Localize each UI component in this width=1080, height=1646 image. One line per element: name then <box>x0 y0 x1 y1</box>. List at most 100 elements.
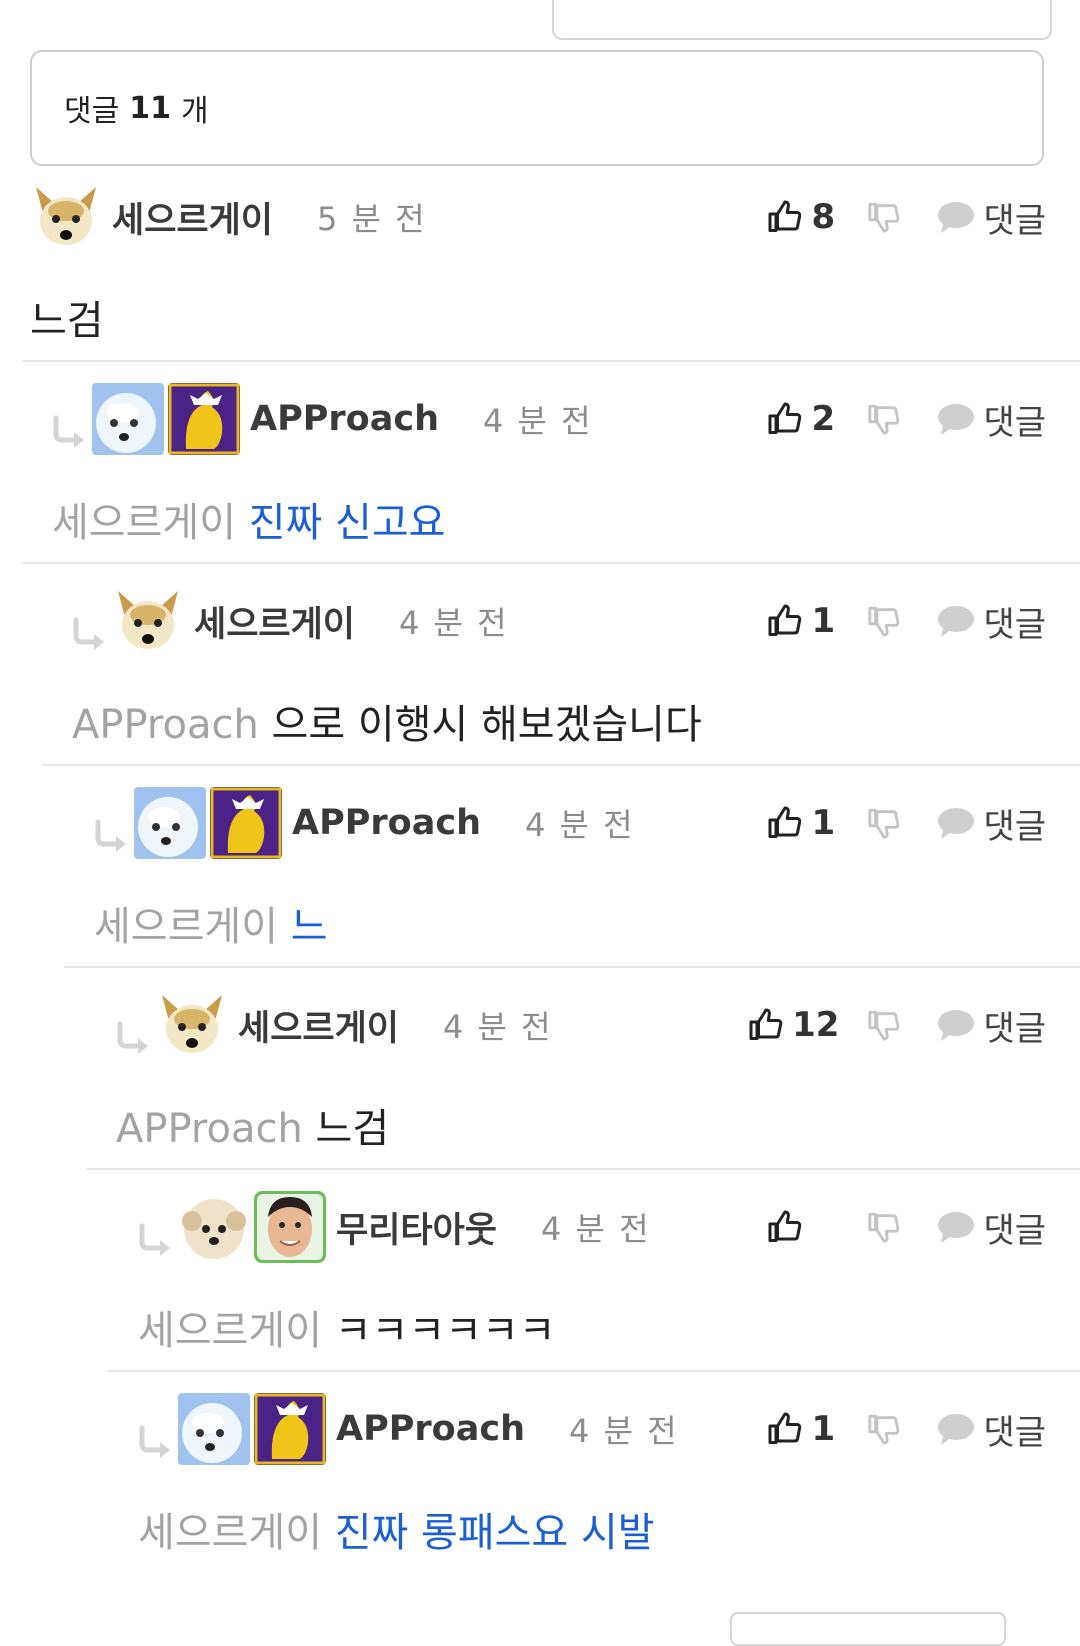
reply-button[interactable]: 댓글 <box>937 597 1046 646</box>
thumbs-up-icon <box>749 1008 783 1040</box>
divider <box>108 1370 1080 1372</box>
speech-bubble-icon <box>938 808 975 839</box>
comment-body: APProach 느검 <box>116 1096 389 1154</box>
like-button[interactable] <box>767 1209 839 1245</box>
thumbs-down-icon[interactable] <box>867 604 901 638</box>
reply-label: 댓글 <box>983 806 1046 847</box>
comment-author[interactable]: 세으르게이 <box>194 596 355 647</box>
comment-body: APProach 으로 이행시 해보겠습니다 <box>72 692 702 750</box>
comment-count-prefix: 댓글 <box>64 94 120 129</box>
like-button[interactable]: 1 <box>767 601 839 641</box>
comment-time: 4 분 전 <box>568 1412 679 1450</box>
mention[interactable]: 세으르게이 <box>94 904 278 950</box>
reply-button[interactable]: 댓글 <box>937 799 1046 848</box>
thumbs-up-icon <box>768 604 802 636</box>
comment-author[interactable]: 세으르게이 <box>112 192 273 243</box>
comment-time: 4 분 전 <box>524 806 635 844</box>
comment-time: 4 분 전 <box>443 1008 553 1046</box>
comment-body: 느검 <box>30 288 104 346</box>
divider <box>86 1168 1080 1170</box>
thumbs-up-icon <box>768 402 802 434</box>
user-avatar[interactable] <box>134 787 206 859</box>
divider <box>22 360 1080 362</box>
thumbs-down-icon[interactable] <box>867 402 901 436</box>
like-count: 1 <box>811 601 836 641</box>
comment-text: 진짜 신고요 <box>248 500 446 546</box>
comment-text: ㅋㅋㅋㅋㅋㅋ <box>334 1308 556 1354</box>
reply-button[interactable]: 댓글 <box>937 1203 1046 1252</box>
comment-count-suffix: 개 <box>180 94 209 129</box>
thumbs-up-icon <box>768 1210 802 1242</box>
comment-author[interactable]: 세으르게이 <box>238 1000 399 1051</box>
like-button[interactable]: 8 <box>767 197 839 237</box>
comment-time: 5 분 전 <box>317 200 427 238</box>
comment-text: 진짜 롱패스요 시발 <box>334 1510 655 1556</box>
thumbs-down-icon[interactable] <box>867 1008 901 1042</box>
mention[interactable]: 세으르게이 <box>52 500 236 546</box>
like-button[interactable]: 1 <box>767 1409 839 1449</box>
reply-label: 댓글 <box>983 1412 1046 1453</box>
thumbs-up-icon <box>768 1412 802 1444</box>
comment: 세으르게이 5 분 전 8 댓글 느검 <box>22 180 1080 362</box>
like-count: 1 <box>811 803 836 843</box>
comment: APProach 4 분 전 1 댓글 세으르게이 느 <box>64 786 1080 968</box>
comment: 세으르게이 4 분 전 1 댓글 APProach 으로 이행시 해보겠습니다 <box>42 584 1080 766</box>
comment-time: 4 분 전 <box>482 402 593 440</box>
reply-arrow-icon <box>73 617 104 650</box>
user-avatar[interactable] <box>156 989 228 1061</box>
mention[interactable]: 세으르게이 <box>138 1510 322 1556</box>
thumbs-down-icon[interactable] <box>867 1412 901 1446</box>
user-avatar[interactable] <box>178 1393 250 1465</box>
reply-button[interactable]: 댓글 <box>937 1001 1046 1050</box>
reply-button[interactable]: 댓글 <box>937 395 1046 444</box>
comment-body: 세으르게이 느 <box>94 894 328 952</box>
reply-arrow-icon <box>53 415 84 448</box>
reply-label: 댓글 <box>983 200 1046 241</box>
reply-button[interactable]: 댓글 <box>937 193 1046 242</box>
speech-bubble-icon <box>938 202 975 233</box>
comment-text: 느 <box>290 904 328 950</box>
divider <box>22 562 1080 564</box>
speech-bubble-icon <box>938 1010 975 1041</box>
player-badge <box>254 1191 326 1263</box>
comment-count-number: 11 <box>129 90 171 126</box>
like-button[interactable]: 1 <box>767 803 839 843</box>
reply-button[interactable]: 댓글 <box>937 1405 1046 1454</box>
comment-time: 4 분 전 <box>541 1210 651 1248</box>
comment-text: 느검 <box>315 1106 390 1152</box>
reply-arrow-icon <box>139 1425 170 1458</box>
reply-label: 댓글 <box>983 1210 1046 1251</box>
comment-author[interactable]: APProach <box>250 399 439 439</box>
user-avatar[interactable] <box>112 585 184 657</box>
divider <box>64 966 1080 968</box>
reply-arrow-icon <box>117 1021 148 1054</box>
like-count: 12 <box>792 1005 840 1045</box>
thumbs-down-icon[interactable] <box>867 1210 901 1244</box>
like-count: 8 <box>811 197 836 237</box>
reply-label: 댓글 <box>983 1008 1046 1049</box>
mention[interactable]: 세으르게이 <box>138 1308 322 1354</box>
user-avatar[interactable] <box>92 383 164 455</box>
reply-label: 댓글 <box>983 604 1046 645</box>
comment-author[interactable]: APProach <box>292 803 481 843</box>
comment-time: 4 분 전 <box>399 604 509 642</box>
comment: 세으르게이 4 분 전 12 댓글 APProach 느검 <box>86 988 1080 1170</box>
like-button[interactable]: 12 <box>748 1005 839 1045</box>
thumbs-down-icon[interactable] <box>867 806 901 840</box>
comment-text: 느검 <box>30 298 104 344</box>
speech-bubble-icon <box>938 1212 975 1243</box>
speech-bubble-icon <box>938 606 975 637</box>
thumbs-down-icon[interactable] <box>867 200 901 234</box>
comment-body: 세으르게이 진짜 신고요 <box>52 490 445 548</box>
user-avatar[interactable] <box>178 1191 250 1263</box>
comment-author[interactable]: 무리타아웃 <box>336 1202 497 1253</box>
user-avatar[interactable] <box>30 181 102 253</box>
mention[interactable]: APProach <box>116 1106 303 1152</box>
mention[interactable]: APProach <box>72 702 259 748</box>
comment: 무리타아웃 4 분 전 댓글 세으르게이 ㅋㅋㅋㅋㅋㅋ <box>108 1190 1080 1372</box>
reply-arrow-icon <box>95 819 126 852</box>
like-button[interactable]: 2 <box>767 399 839 439</box>
reply-arrow-icon <box>139 1223 170 1256</box>
comment-author[interactable]: APProach <box>336 1409 525 1449</box>
next-input-box <box>730 1612 1006 1646</box>
